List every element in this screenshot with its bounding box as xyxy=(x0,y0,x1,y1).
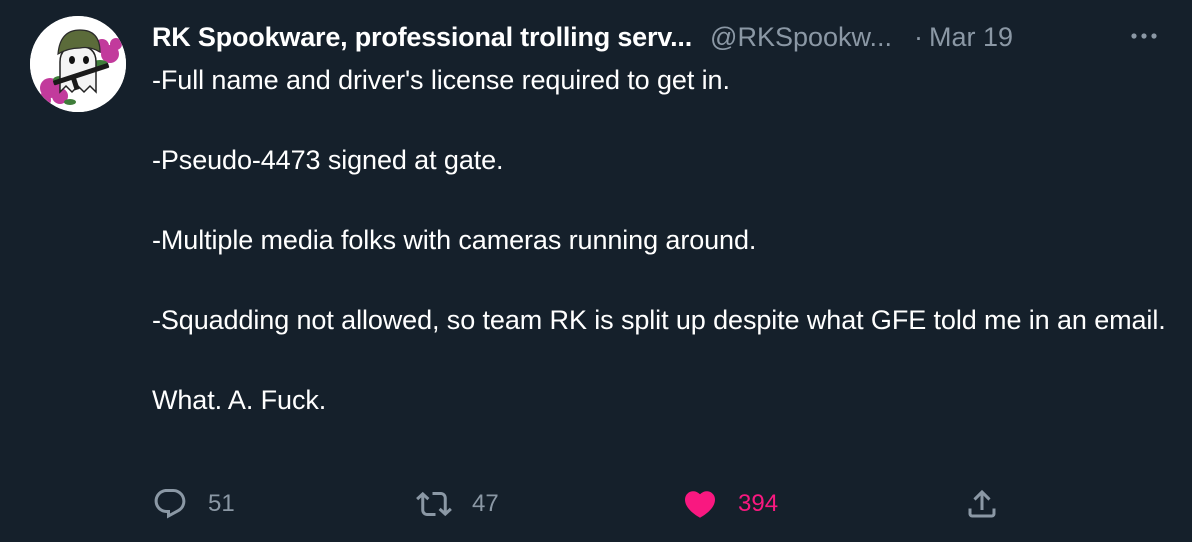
user-handle[interactable]: @RKSpookw... xyxy=(710,22,892,53)
separator-dot: · xyxy=(914,21,924,52)
ghost-soldier-avatar-icon xyxy=(30,16,126,112)
avatar[interactable] xyxy=(30,16,126,112)
more-horizontal-icon xyxy=(1131,33,1157,39)
reply-button[interactable]: 51 xyxy=(152,484,235,524)
like-count: 394 xyxy=(738,490,779,517)
tweet-date[interactable]: Mar 19 xyxy=(929,22,1013,53)
tweet-text: -Full name and driver's license required… xyxy=(152,60,1172,420)
share-button[interactable] xyxy=(964,484,1000,524)
tweet-card: RK Spookware, professional trolling serv… xyxy=(0,0,1192,542)
share-icon xyxy=(968,489,996,518)
tweet-paragraph: -Multiple media folks with cameras runni… xyxy=(152,225,757,255)
display-name[interactable]: RK Spookware, professional trolling serv… xyxy=(152,22,692,53)
more-options-button[interactable] xyxy=(1130,26,1162,46)
retweet-icon xyxy=(416,491,452,517)
retweet-count: 47 xyxy=(472,490,499,517)
tweet-paragraph: What. A. Fuck. xyxy=(152,385,327,415)
tweet-paragraph: -Squadding not allowed, so team RK is sp… xyxy=(152,305,1166,335)
tweet-paragraph: -Pseudo-4473 signed at gate. xyxy=(152,145,504,175)
reply-count: 51 xyxy=(208,490,235,517)
heart-icon xyxy=(684,491,716,518)
reply-icon xyxy=(154,489,186,519)
tweet-actions: 51 47 394 xyxy=(152,484,1032,524)
retweet-button[interactable]: 47 xyxy=(416,484,499,524)
tweet-header: RK Spookware, professional trolling serv… xyxy=(152,19,1172,55)
tweet-paragraph: -Full name and driver's license required… xyxy=(152,65,730,95)
like-button[interactable]: 394 xyxy=(682,484,778,524)
